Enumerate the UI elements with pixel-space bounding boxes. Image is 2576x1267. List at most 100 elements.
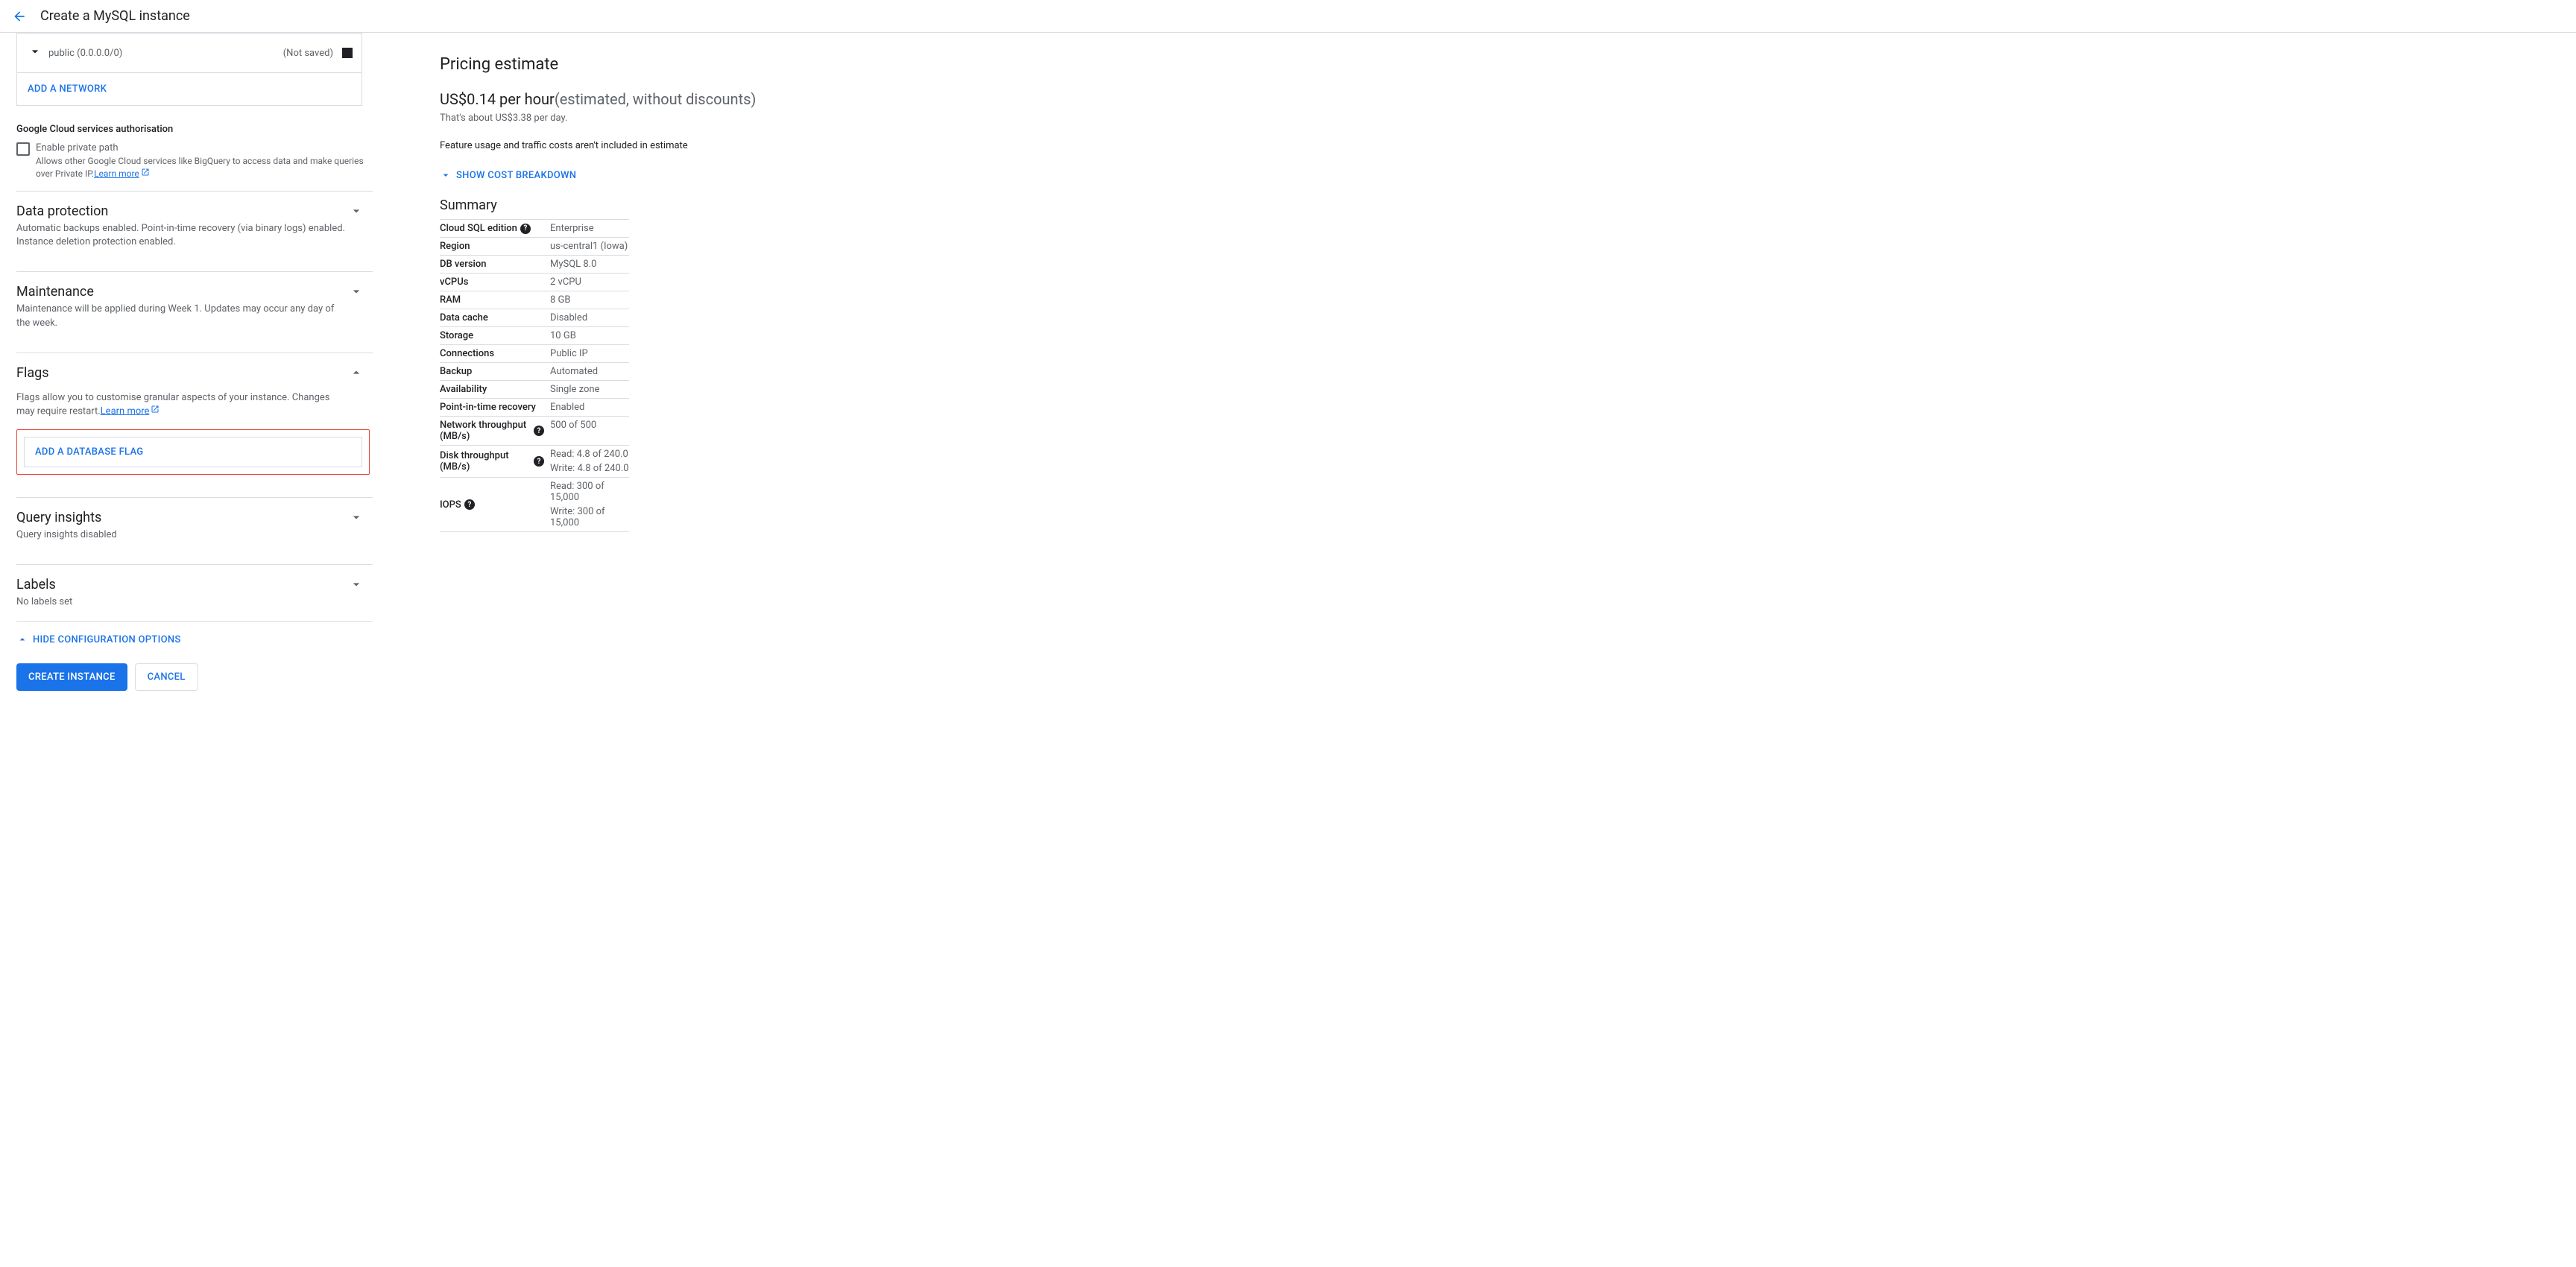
help-icon[interactable]: ? [464,499,475,510]
checkbox-desc-text: Allows other Google Cloud services like … [36,156,364,179]
summary-row: BackupAutomated [440,362,629,380]
summary-key: DB version [440,256,550,273]
show-breakdown-label: SHOW COST BREAKDOWN [456,170,576,181]
add-database-flag-button[interactable]: ADD A DATABASE FLAG [24,437,362,467]
section-title: Data protection [16,203,349,219]
add-network-button[interactable]: ADD A NETWORK [16,72,362,106]
labels-section: Labels No labels set [16,564,373,621]
chevron-up-icon[interactable] [349,365,364,383]
chevron-down-icon [440,169,452,181]
network-item[interactable]: public (0.0.0.0/0) (Not saved) [16,33,362,72]
show-cost-breakdown-button[interactable]: SHOW COST BREAKDOWN [440,169,820,181]
summary-key: Point-in-time recovery [440,399,550,416]
summary-value: 500 of 500 [550,417,629,445]
summary-key: vCPUs [440,274,550,291]
section-title: Flags [16,365,49,381]
chevron-down-icon[interactable] [349,203,364,221]
hide-configuration-button[interactable]: HIDE CONFIGURATION OPTIONS [16,621,373,657]
summary-value: Automated [550,363,629,380]
create-instance-button[interactable]: CREATE INSTANCE [16,663,127,691]
price-line: US$0.14 per hour(estimated, without disc… [440,90,820,108]
summary-row: Disk throughput (MB/s)?Read: 4.8 of 240.… [440,445,629,477]
summary-row: IOPS?Read: 300 of 15,000Write: 300 of 15… [440,477,629,532]
summary-row: Data cacheDisabled [440,309,629,326]
price-value: US$0.14 per hour [440,90,555,108]
hide-config-label: HIDE CONFIGURATION OPTIONS [33,634,181,645]
summary-key: Availability [440,381,550,398]
summary-key: Backup [440,363,550,380]
summary-value: us-central1 (Iowa) [550,238,629,255]
maintenance-section: Maintenance Maintenance will be applied … [16,271,373,341]
data-protection-section: Data protection Automatic backups enable… [16,191,373,261]
summary-value: 8 GB [550,291,629,309]
summary-value: 2 vCPU [550,274,629,291]
section-subtitle: Automatic backups enabled. Point-in-time… [16,222,349,249]
learn-more-link[interactable]: Learn more [101,405,150,417]
summary-value: Enterprise [550,220,629,237]
summary-value: Disabled [550,309,629,326]
summary-key: Storage [440,327,550,344]
price-estimated: (estimated, without discounts) [555,90,757,108]
learn-more-link[interactable]: Learn more [94,168,139,179]
help-icon[interactable]: ? [520,224,531,234]
query-insights-section: Query insights Query insights disabled [16,497,373,554]
summary-title: Summary [440,198,820,213]
enable-private-path-checkbox[interactable] [16,142,30,156]
external-link-icon [141,168,150,180]
flags-section: Flags Flags allow you to customise granu… [16,353,373,487]
summary-key: Network throughput (MB/s)? [440,417,550,445]
summary-row: AvailabilitySingle zone [440,380,629,398]
left-panel: public (0.0.0.0/0) (Not saved) ADD A NET… [0,33,373,706]
section-title: Query insights [16,510,117,525]
external-link-icon [151,405,160,418]
summary-row: Cloud SQL edition?Enterprise [440,219,629,237]
chevron-down-icon[interactable] [349,510,364,528]
summary-key: Region [440,238,550,255]
summary-row: Storage10 GB [440,326,629,344]
highlighted-add-flag-container: ADD A DATABASE FLAG [16,429,370,475]
summary-value: Read: 300 of 15,000Write: 300 of 15,000 [550,478,629,531]
checkbox-label: Enable private path [36,142,373,154]
help-icon[interactable]: ? [534,456,544,467]
help-icon[interactable]: ? [534,426,544,436]
summary-key: Connections [440,345,550,362]
page-title: Create a MySQL instance [40,8,190,24]
chevron-down-icon[interactable] [349,284,364,302]
pricing-title: Pricing estimate [440,55,820,74]
summary-row: DB versionMySQL 8.0 [440,255,629,273]
price-per-day: That's about US$3.38 per day. [440,113,820,124]
flags-desc: Flags allow you to customise granular as… [16,391,373,419]
network-label: public (0.0.0.0/0) [48,48,122,59]
summary-key: RAM [440,291,550,309]
chevron-down-icon[interactable] [349,577,364,595]
summary-row: vCPUs2 vCPU [440,273,629,291]
summary-row: Regionus-central1 (Iowa) [440,237,629,255]
summary-key: Cloud SQL edition? [440,220,550,237]
flags-desc-text: Flags allow you to customise granular as… [16,392,330,417]
cancel-button[interactable]: CANCEL [135,663,198,691]
back-arrow-icon[interactable] [12,9,27,24]
summary-table: Cloud SQL edition?EnterpriseRegionus-cen… [440,219,629,532]
summary-row: ConnectionsPublic IP [440,344,629,362]
chevron-down-icon[interactable] [28,44,42,62]
section-title: Maintenance [16,284,349,300]
summary-value: Public IP [550,345,629,362]
summary-key: Disk throughput (MB/s)? [440,446,550,477]
page-header: Create a MySQL instance [0,0,2576,33]
chevron-up-icon [16,634,28,645]
summary-value: Enabled [550,399,629,416]
checkbox-desc: Allows other Google Cloud services like … [36,155,373,180]
gcs-title: Google Cloud services authorisation [16,124,373,135]
right-panel: Pricing estimate US$0.14 per hour(estima… [373,33,820,706]
summary-row: RAM8 GB [440,291,629,309]
section-subtitle: Query insights disabled [16,528,117,542]
summary-value: Read: 4.8 of 240.0Write: 4.8 of 240.0 [550,446,629,477]
gcs-authorisation-section: Google Cloud services authorisation Enab… [16,124,373,180]
delete-icon[interactable] [342,48,353,58]
summary-key: Data cache [440,309,550,326]
summary-value: 10 GB [550,327,629,344]
section-subtitle: Maintenance will be applied during Week … [16,303,349,329]
summary-value: MySQL 8.0 [550,256,629,273]
summary-row: Point-in-time recoveryEnabled [440,398,629,416]
section-subtitle: No labels set [16,595,72,609]
